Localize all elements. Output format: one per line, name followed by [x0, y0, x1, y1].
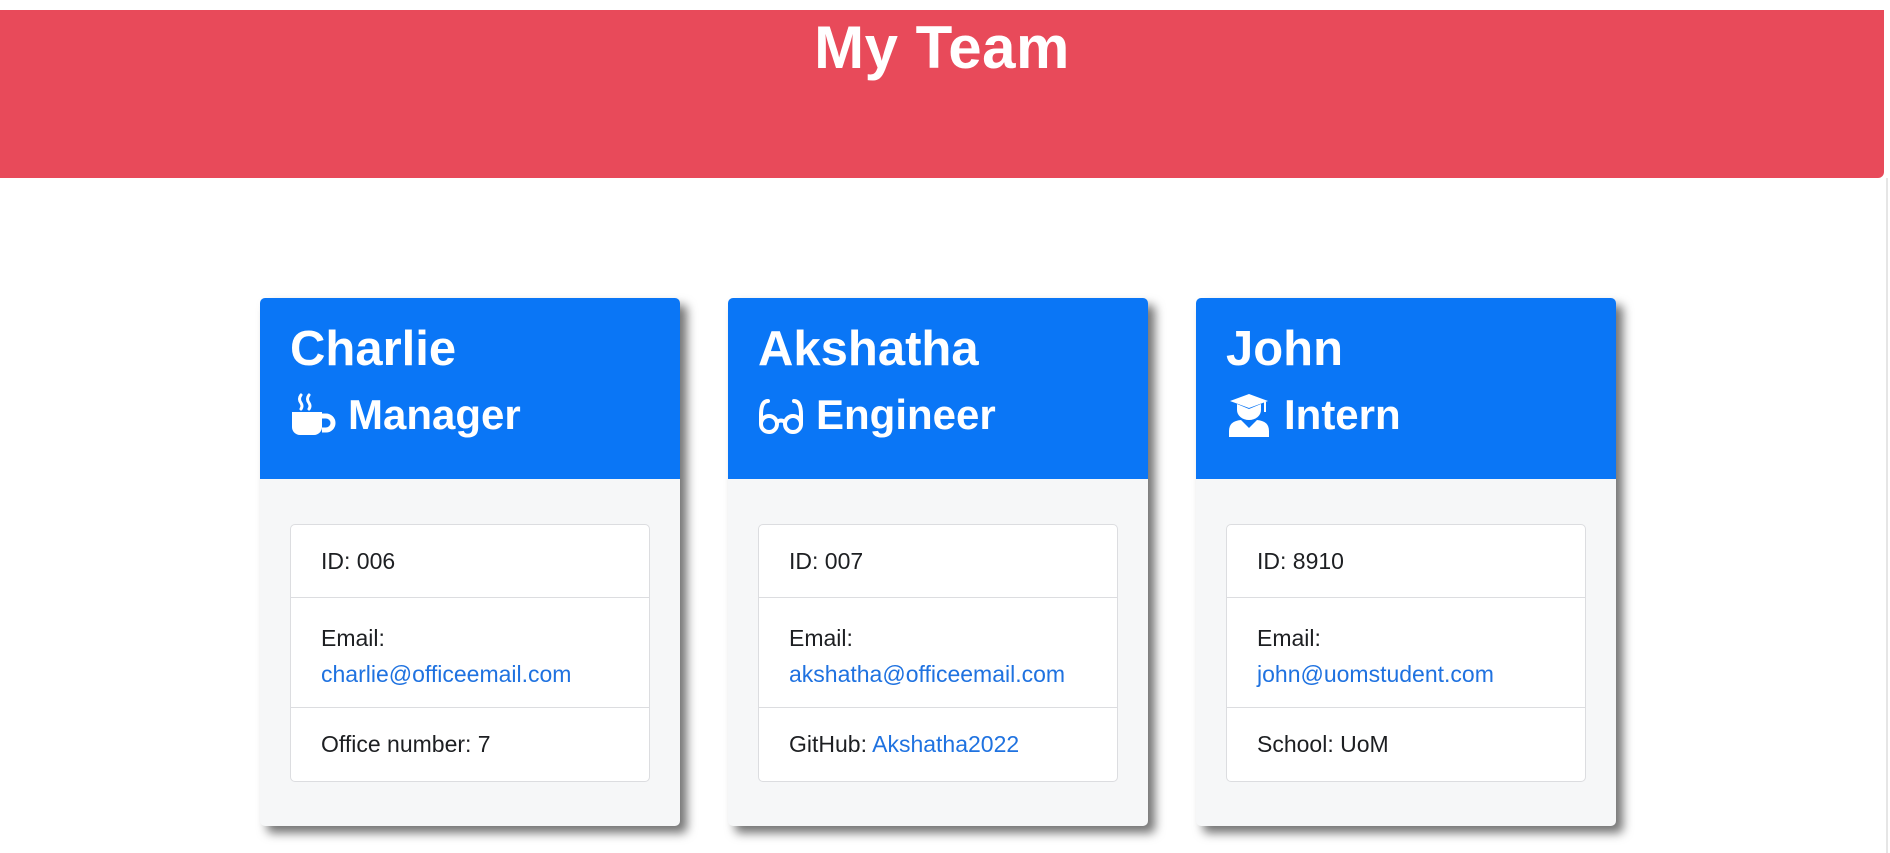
card-body: ID: 8910 Email: john@uomstudent.com Scho… [1196, 479, 1616, 782]
employee-role: Manager [290, 393, 650, 437]
employee-role: Engineer [758, 393, 1118, 437]
card-header: John Intern [1196, 298, 1616, 479]
details-list: ID: 007 Email: akshatha@officeemail.com … [758, 524, 1118, 782]
email-link[interactable]: akshatha@officeemail.com [789, 661, 1065, 687]
email-item: Email: akshatha@officeemail.com [759, 598, 1117, 708]
email-link[interactable]: john@uomstudent.com [1257, 661, 1494, 687]
employee-role: Intern [1226, 393, 1586, 437]
role-label: Engineer [816, 390, 996, 438]
page-header: My Team [0, 10, 1884, 178]
github-item: GitHub: Akshatha2022 [759, 708, 1117, 781]
email-label: Email: [1257, 625, 1321, 651]
email-item: Email: john@uomstudent.com [1227, 598, 1585, 708]
id-item: ID: 007 [759, 525, 1117, 598]
card-body: ID: 007 Email: akshatha@officeemail.com … [728, 479, 1148, 782]
page-title: My Team [814, 14, 1070, 81]
top-border [0, 0, 1890, 10]
employee-card-intern: John Intern ID: 8910 Email: john@uomstud… [1196, 298, 1616, 826]
employee-name: Charlie [290, 322, 457, 376]
graduate-user-icon [1226, 393, 1272, 437]
github-link[interactable]: Akshatha2022 [872, 731, 1019, 757]
card-header: Akshatha Engineer [728, 298, 1148, 479]
email-item: Email: charlie@officeemail.com [291, 598, 649, 708]
email-label: Email: [321, 625, 385, 651]
office-number-item: Office number: 7 [321, 731, 491, 757]
scrollbar-track[interactable] [1886, 178, 1888, 853]
email-link[interactable]: charlie@officeemail.com [321, 661, 571, 687]
employee-name: Akshatha [758, 322, 979, 376]
team-cards: Charlie Manager ID: 006 Email: charlie@o… [260, 298, 1616, 826]
email-label: Email: [789, 625, 853, 651]
details-list: ID: 006 Email: charlie@officeemail.com O… [290, 524, 650, 782]
details-list: ID: 8910 Email: john@uomstudent.com Scho… [1226, 524, 1586, 782]
id-item: ID: 006 [291, 525, 649, 598]
employee-card-manager: Charlie Manager ID: 006 Email: charlie@o… [260, 298, 680, 826]
card-header: Charlie Manager [260, 298, 680, 479]
school-item: School: UoM [1257, 731, 1389, 757]
card-body: ID: 006 Email: charlie@officeemail.com O… [260, 479, 680, 782]
employee-name: John [1226, 322, 1344, 376]
mug-hot-icon [290, 393, 336, 437]
glasses-icon [758, 393, 804, 437]
id-item: ID: 8910 [1227, 525, 1585, 598]
employee-card-engineer: Akshatha Engineer ID: 007 Email: akshath… [728, 298, 1148, 826]
role-label: Manager [348, 390, 521, 438]
role-label: Intern [1284, 390, 1401, 438]
github-label: GitHub: [789, 731, 873, 757]
